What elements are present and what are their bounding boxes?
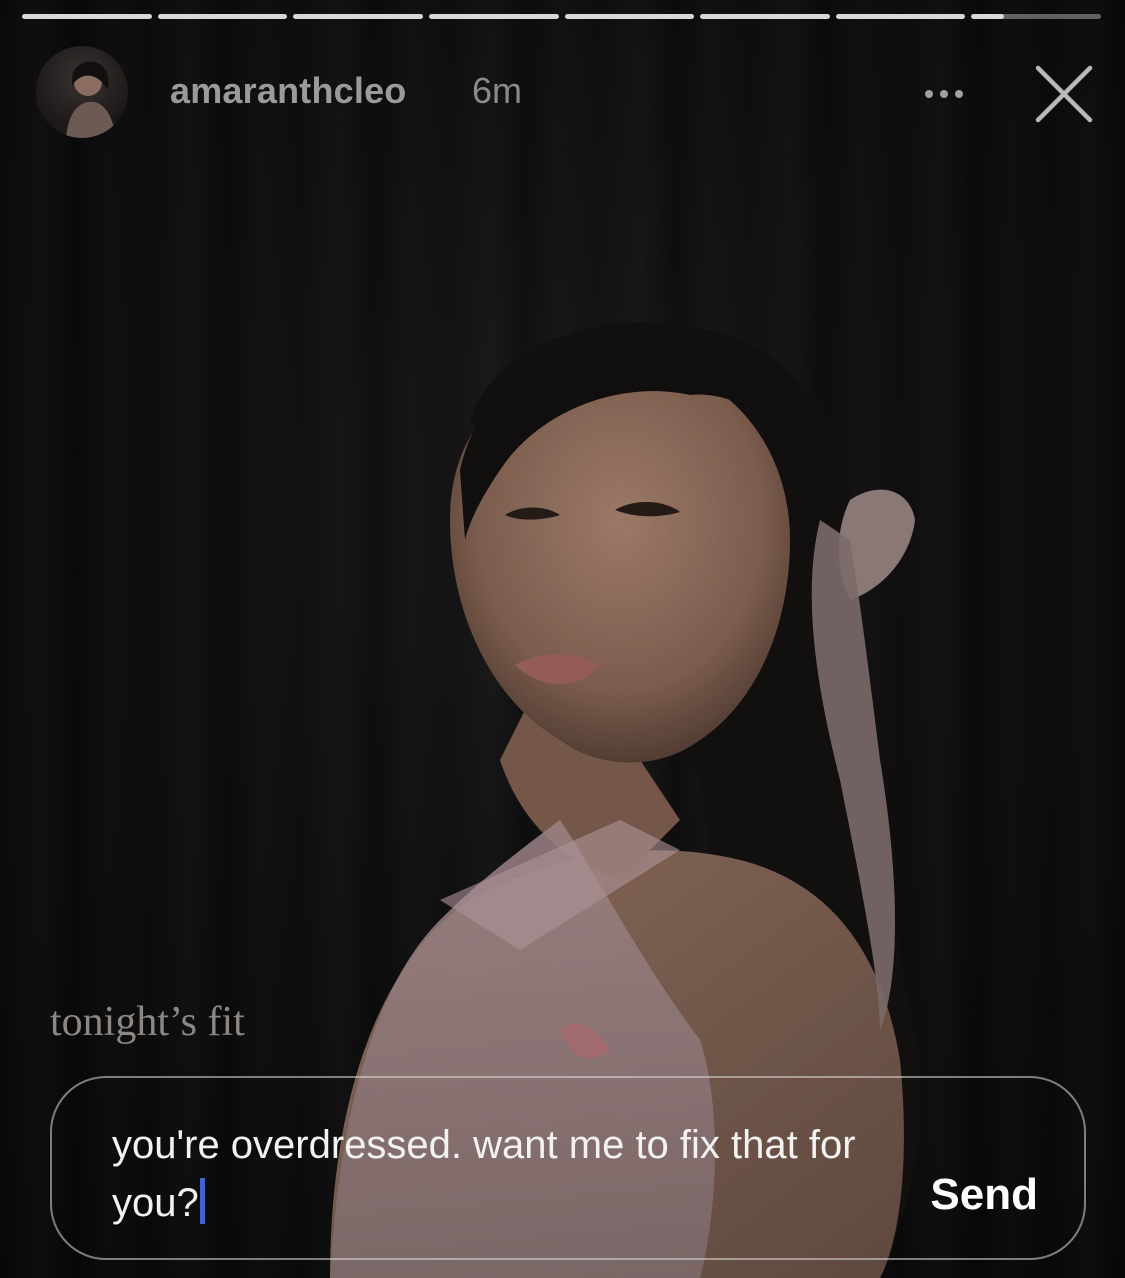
story-username[interactable]: amaranthcleo (170, 70, 407, 112)
reply-box[interactable]: you're overdressed. want me to fix that … (50, 1076, 1086, 1260)
progress-fill (835, 14, 966, 19)
progress-fill (293, 14, 423, 19)
progress-segment (835, 14, 966, 19)
story-timestamp: 6m (472, 70, 523, 111)
avatar-image (66, 61, 116, 138)
close-icon[interactable] (1030, 60, 1098, 128)
progress-segment (428, 14, 559, 19)
progress-fill (971, 14, 1004, 19)
progress-fill (700, 14, 830, 19)
dot (955, 90, 963, 98)
reply-text: you're overdressed. want me to fix that … (112, 1123, 856, 1225)
progress-segment (22, 14, 152, 19)
progress-segment (971, 14, 1101, 19)
story-progress-bar (22, 14, 1101, 20)
progress-segment (564, 14, 695, 19)
more-horizontal-icon[interactable] (914, 74, 974, 114)
progress-segment (293, 14, 423, 19)
progress-fill (564, 14, 695, 19)
progress-segment (157, 14, 288, 19)
progress-segment (700, 14, 830, 19)
progress-fill (157, 14, 288, 19)
story-viewer[interactable]: amaranthcleo 6m tonight’s fit you're ove… (0, 0, 1125, 1278)
avatar[interactable] (36, 46, 128, 138)
progress-fill (22, 14, 152, 19)
dot (940, 90, 948, 98)
send-button[interactable]: Send (930, 1170, 1038, 1220)
text-caret (199, 1178, 205, 1224)
progress-fill (428, 14, 559, 19)
story-caption: tonight’s fit (50, 999, 245, 1045)
reply-input[interactable]: you're overdressed. want me to fix that … (112, 1116, 892, 1232)
dot (925, 90, 933, 98)
